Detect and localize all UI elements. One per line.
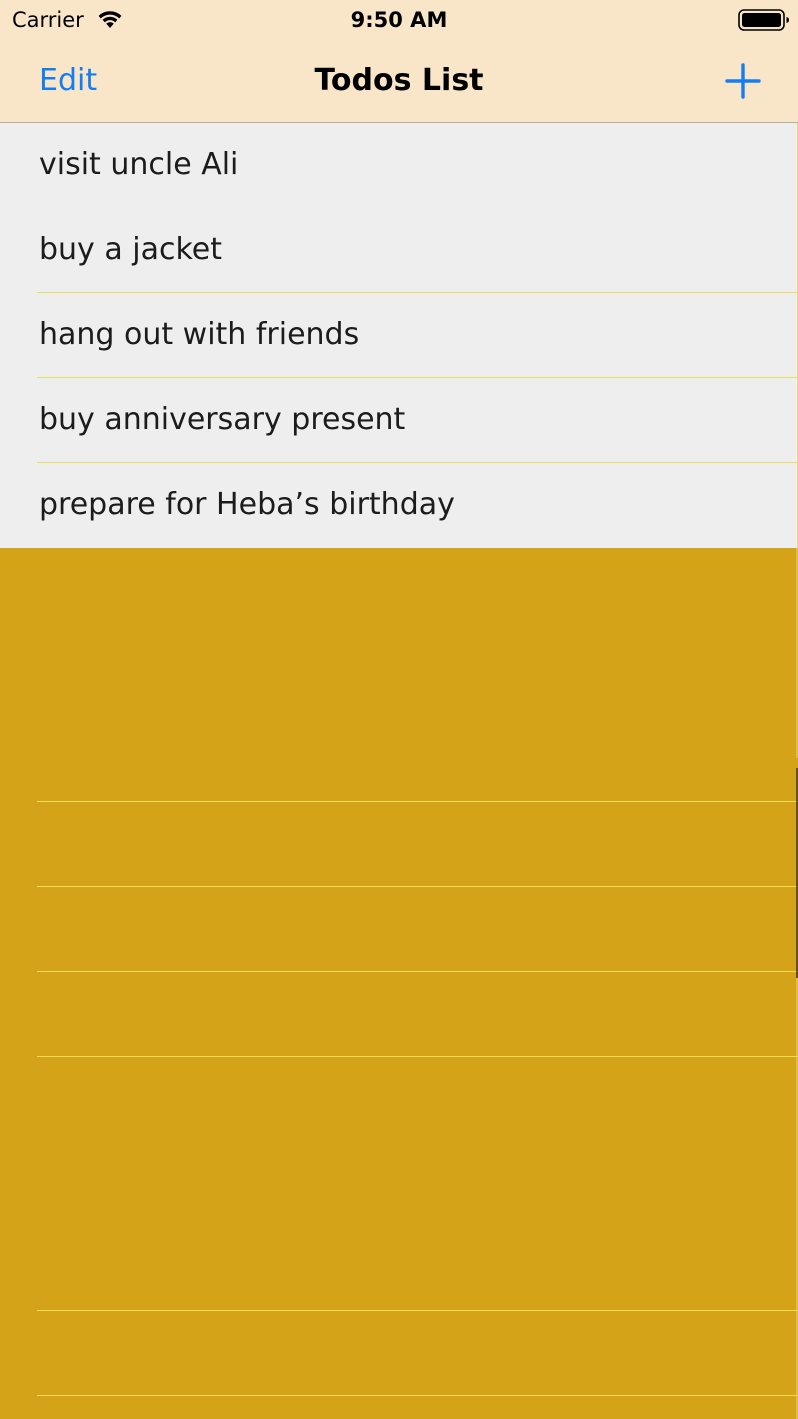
add-todo-button[interactable]	[718, 56, 768, 106]
status-bar: Carrier 9:50 AM	[0, 0, 798, 40]
todo-label: prepare for Heba’s birthday	[39, 487, 455, 522]
navigation-bar: Edit Todos List	[0, 40, 798, 123]
todo-row[interactable]: prepare for Heba’s birthday	[0, 463, 797, 548]
status-time: 9:50 AM	[350, 8, 448, 32]
todo-row[interactable]: visit uncle Ali	[0, 123, 797, 208]
page-title: Todos List	[314, 63, 484, 98]
empty-row-separator	[37, 1395, 798, 1396]
empty-row-separator	[37, 801, 798, 802]
todo-row[interactable]: buy anniversary present	[0, 378, 797, 463]
todo-row[interactable]: hang out with friends	[0, 293, 797, 378]
top-bar: Carrier 9:50 AM Edit Todos List	[0, 0, 798, 123]
empty-row-separator	[37, 971, 798, 972]
todo-label: buy anniversary present	[39, 402, 406, 437]
todo-list: visit uncle Ali buy a jacket hang out wi…	[0, 123, 798, 548]
empty-row-separator	[37, 886, 798, 887]
empty-row-separator	[37, 1310, 798, 1311]
battery-full-icon	[738, 9, 790, 31]
todo-label: hang out with friends	[39, 317, 360, 352]
edit-button[interactable]: Edit	[39, 62, 97, 100]
plus-icon	[725, 63, 761, 99]
todo-label: visit uncle Ali	[39, 147, 239, 182]
todo-label: buy a jacket	[39, 232, 223, 267]
empty-row-separator	[37, 1056, 798, 1057]
todo-row[interactable]: buy a jacket	[0, 208, 797, 293]
